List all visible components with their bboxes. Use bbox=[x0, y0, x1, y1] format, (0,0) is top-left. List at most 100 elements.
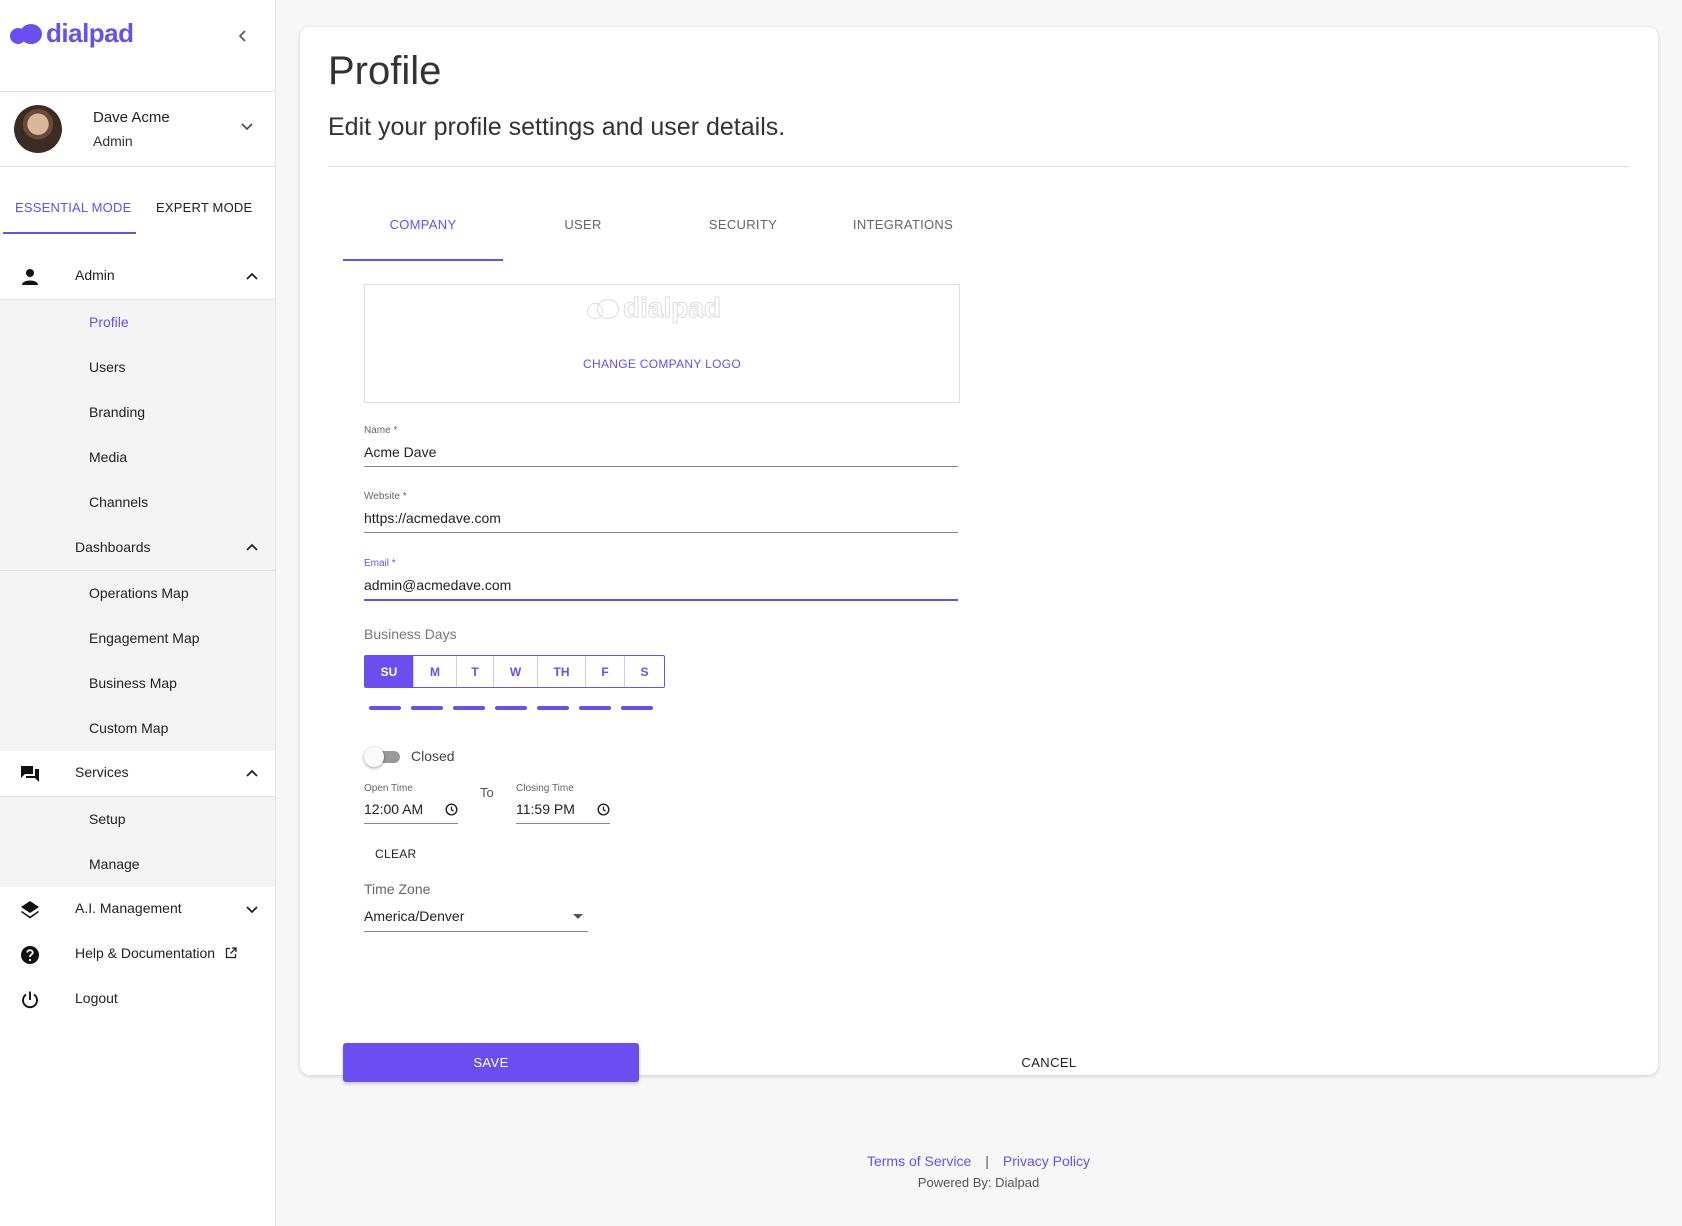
chevron-up-icon bbox=[243, 538, 261, 556]
external-link-icon bbox=[225, 947, 237, 959]
logo-row: dialpad bbox=[0, 0, 275, 92]
sidebar-item-label: Branding bbox=[89, 404, 146, 420]
day-sunday[interactable]: SU bbox=[365, 656, 414, 687]
avatar bbox=[14, 105, 62, 153]
sidebar-item-label: A.I. Management bbox=[75, 900, 182, 916]
sidebar-item-label: Media bbox=[89, 449, 128, 465]
tab-indicator bbox=[343, 259, 503, 261]
cancel-button[interactable]: CANCEL bbox=[989, 1043, 1109, 1082]
timezone-select[interactable]: America/Denver bbox=[364, 908, 588, 932]
help-icon bbox=[20, 945, 40, 965]
day-indicator bbox=[495, 706, 527, 710]
change-company-logo-button[interactable]: CHANGE COMPANY LOGO bbox=[365, 357, 959, 371]
clock-icon[interactable] bbox=[597, 802, 610, 816]
closing-time-field[interactable]: Closing Time 11:59 PM bbox=[516, 783, 610, 824]
profile-card: Profile Edit your profile settings and u… bbox=[300, 27, 1658, 1082]
day-wednesday[interactable]: W bbox=[494, 656, 538, 687]
expert-mode-tab[interactable]: EXPERT MODE bbox=[156, 200, 252, 215]
name-input[interactable]: Acme Dave bbox=[364, 444, 958, 467]
timezone-value: America/Denver bbox=[364, 908, 465, 924]
day-hours-indicators bbox=[369, 706, 663, 710]
sidebar-item-business-map[interactable]: Business Map bbox=[0, 661, 275, 706]
nav-group-services[interactable]: Services bbox=[0, 751, 275, 797]
user-role: Admin bbox=[93, 133, 133, 149]
sidebar-item-engagement-map[interactable]: Engagement Map bbox=[0, 616, 275, 661]
sidebar-item-label: Manage bbox=[89, 856, 140, 872]
user-menu[interactable]: Dave Acme Admin bbox=[0, 92, 275, 167]
essential-mode-tab[interactable]: ESSENTIAL MODE bbox=[15, 200, 131, 215]
sidebar-item-custom-map[interactable]: Custom Map bbox=[0, 706, 275, 751]
open-time-field[interactable]: Open Time 12:00 AM bbox=[364, 783, 458, 824]
sidebar-item-logout[interactable]: Logout bbox=[0, 977, 275, 1022]
terms-of-service-link[interactable]: Terms of Service bbox=[867, 1153, 971, 1169]
day-saturday[interactable]: S bbox=[625, 656, 664, 687]
chevron-down-icon bbox=[239, 118, 255, 134]
name-field[interactable]: Name * Acme Dave bbox=[364, 425, 958, 467]
company-logo-box[interactable]: dialpad CHANGE COMPANY LOGO bbox=[364, 284, 960, 403]
to-label: To bbox=[480, 785, 494, 800]
sidebar-item-label: Profile bbox=[89, 314, 129, 330]
dropdown-caret-icon bbox=[573, 914, 583, 919]
sidebar-item-manage[interactable]: Manage bbox=[0, 842, 275, 887]
clock-icon[interactable] bbox=[445, 802, 458, 816]
person-icon bbox=[20, 267, 40, 287]
nav-group-admin-label: Admin bbox=[75, 267, 115, 283]
sidebar-item-ai-management[interactable]: A.I. Management bbox=[0, 887, 275, 932]
footer-links: Terms of Service | Privacy Policy bbox=[275, 1153, 1682, 1169]
power-icon bbox=[20, 990, 40, 1010]
day-friday[interactable]: F bbox=[586, 656, 625, 687]
tab-company[interactable]: COMPANY bbox=[343, 187, 503, 262]
closing-time-value: 11:59 PM bbox=[516, 801, 575, 817]
sidebar-item-label: Operations Map bbox=[89, 585, 189, 601]
day-indicator bbox=[621, 706, 653, 710]
open-time-input[interactable]: 12:00 AM bbox=[364, 801, 458, 824]
layers-icon bbox=[20, 900, 40, 920]
chevron-left-icon bbox=[238, 30, 246, 42]
collapse-sidebar-button[interactable] bbox=[231, 24, 255, 48]
sidebar-item-label: Logout bbox=[75, 990, 118, 1006]
sidebar-nav: Admin Profile Users Branding Media Chann… bbox=[0, 254, 275, 1022]
website-field[interactable]: Website * https://acmedave.com bbox=[364, 491, 958, 533]
sidebar-item-users[interactable]: Users bbox=[0, 345, 275, 390]
website-input[interactable]: https://acmedave.com bbox=[364, 510, 958, 533]
sidebar-item-help[interactable]: Help & Documentation bbox=[0, 932, 275, 977]
sidebar-item-label: Channels bbox=[89, 494, 149, 510]
sidebar-item-label: Business Map bbox=[89, 675, 177, 691]
business-days-selector: SU M T W TH F S bbox=[364, 655, 665, 688]
sidebar-item-setup[interactable]: Setup bbox=[0, 797, 275, 842]
day-tuesday[interactable]: T bbox=[457, 656, 494, 687]
privacy-policy-link[interactable]: Privacy Policy bbox=[1003, 1153, 1090, 1169]
website-field-label: Website * bbox=[364, 491, 407, 502]
sidebar-item-label: Custom Map bbox=[89, 720, 169, 736]
chevron-up-icon bbox=[243, 764, 261, 782]
sidebar-item-help-wrap: Help & Documentation bbox=[75, 945, 237, 961]
tab-user[interactable]: USER bbox=[503, 187, 663, 262]
dialpad-logo-icon bbox=[587, 296, 619, 320]
page-subtitle: Edit your profile settings and user deta… bbox=[328, 113, 786, 141]
email-field[interactable]: Email * admin@acmedave.com bbox=[364, 558, 958, 601]
save-button[interactable]: SAVE bbox=[343, 1043, 639, 1082]
business-days-label: Business Days bbox=[364, 626, 457, 642]
nav-group-admin[interactable]: Admin bbox=[0, 254, 275, 300]
sidebar-item-label: Users bbox=[89, 359, 126, 375]
footer-separator: | bbox=[985, 1153, 989, 1169]
nav-group-dashboards[interactable]: Dashboards bbox=[0, 525, 275, 571]
tab-security[interactable]: SECURITY bbox=[663, 187, 823, 262]
day-monday[interactable]: M bbox=[414, 656, 457, 687]
closed-toggle[interactable] bbox=[364, 747, 400, 767]
day-thursday[interactable]: TH bbox=[538, 656, 586, 687]
sidebar-item-channels[interactable]: Channels bbox=[0, 480, 275, 525]
clear-times-button[interactable]: CLEAR bbox=[375, 847, 417, 861]
day-indicator bbox=[369, 706, 401, 710]
tab-integrations[interactable]: INTEGRATIONS bbox=[823, 187, 983, 262]
company-logo-text: dialpad bbox=[622, 292, 722, 324]
open-time-value: 12:00 AM bbox=[364, 801, 424, 817]
closing-time-input[interactable]: 11:59 PM bbox=[516, 801, 610, 824]
toggle-thumb bbox=[364, 747, 384, 767]
dialpad-logo[interactable]: dialpad bbox=[10, 18, 134, 49]
sidebar-item-branding[interactable]: Branding bbox=[0, 390, 275, 435]
sidebar-item-media[interactable]: Media bbox=[0, 435, 275, 480]
email-input[interactable]: admin@acmedave.com bbox=[364, 577, 958, 601]
sidebar-item-profile[interactable]: Profile bbox=[0, 300, 275, 345]
sidebar-item-operations-map[interactable]: Operations Map bbox=[0, 571, 275, 616]
